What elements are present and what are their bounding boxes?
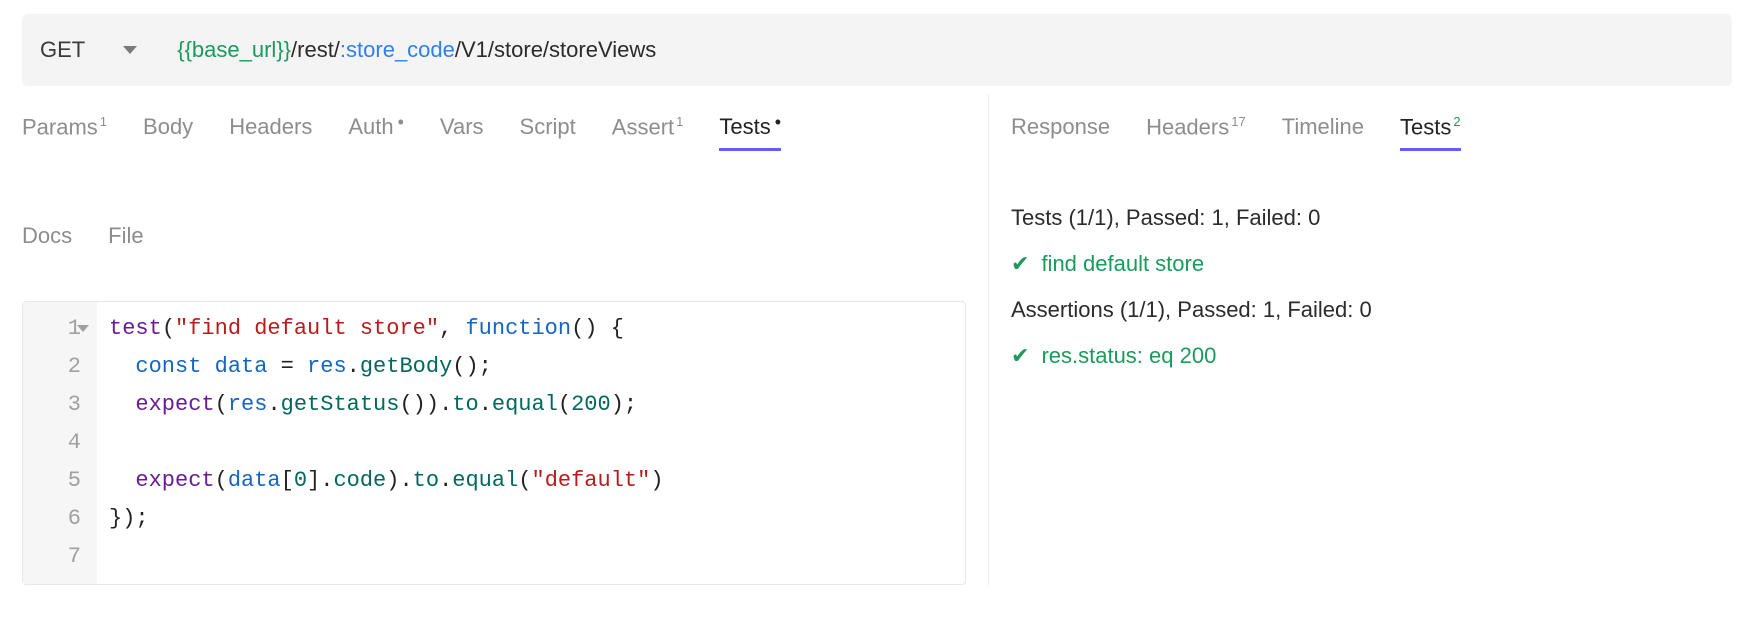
line-number: 7 [23, 538, 87, 576]
tests-code-editor[interactable]: 1 2 3 4 5 6 7 test("find default store",… [22, 301, 966, 585]
tab-response-headers[interactable]: Headers17 [1146, 114, 1246, 148]
tab-response-tests[interactable]: Tests2 [1400, 114, 1461, 151]
http-method-selector[interactable]: GET [40, 37, 177, 63]
assertions-summary: Assertions (1/1), Passed: 1, Failed: 0 [1011, 297, 1732, 323]
line-number: 3 [23, 386, 87, 424]
request-url[interactable]: {{base_url}}/rest/:store_code/V1/store/s… [177, 37, 656, 63]
line-number: 2 [23, 348, 87, 386]
tests-summary: Tests (1/1), Passed: 1, Failed: 0 [1011, 205, 1732, 231]
url-variable: {{base_url}} [177, 37, 291, 62]
test-name: find default store [1041, 251, 1204, 277]
tab-params[interactable]: Params1 [22, 114, 107, 148]
chevron-down-icon [123, 46, 137, 54]
tab-timeline[interactable]: Timeline [1282, 114, 1364, 148]
tab-tests[interactable]: Tests [719, 114, 781, 151]
tab-body[interactable]: Body [143, 114, 193, 148]
tab-auth[interactable]: Auth [348, 114, 404, 148]
url-path-variable: :store_code [340, 37, 455, 62]
tab-vars[interactable]: Vars [440, 114, 484, 148]
request-url-bar: GET {{base_url}}/rest/:store_code/V1/sto… [22, 14, 1732, 86]
tab-docs[interactable]: Docs [22, 223, 72, 257]
tab-script[interactable]: Script [520, 114, 576, 148]
test-results: Tests (1/1), Passed: 1, Failed: 0 ✔ find… [1011, 161, 1732, 369]
tab-assert[interactable]: Assert1 [612, 114, 684, 148]
response-tabs: Response Headers17 Timeline Tests2 [1011, 94, 1732, 161]
request-panel: Params1 Body Headers Auth Vars Script As… [0, 94, 988, 585]
line-number-gutter: 1 2 3 4 5 6 7 [23, 302, 97, 584]
check-icon: ✔ [1011, 343, 1029, 369]
line-number: 6 [23, 500, 87, 538]
check-icon: ✔ [1011, 251, 1029, 277]
tab-response[interactable]: Response [1011, 114, 1110, 148]
response-panel: Response Headers17 Timeline Tests2 Tests… [988, 94, 1754, 585]
line-number: 4 [23, 424, 87, 462]
request-tabs: Params1 Body Headers Auth Vars Script As… [22, 94, 966, 267]
http-method-label: GET [40, 37, 85, 63]
tab-file[interactable]: File [108, 223, 143, 257]
code-content[interactable]: test("find default store", function() { … [97, 302, 676, 584]
assertion-result-pass: ✔ res.status: eq 200 [1011, 343, 1732, 369]
test-result-pass: ✔ find default store [1011, 251, 1732, 277]
tab-headers[interactable]: Headers [229, 114, 312, 148]
assertion-name: res.status: eq 200 [1041, 343, 1216, 369]
line-number: 1 [23, 310, 87, 348]
line-number: 5 [23, 462, 87, 500]
